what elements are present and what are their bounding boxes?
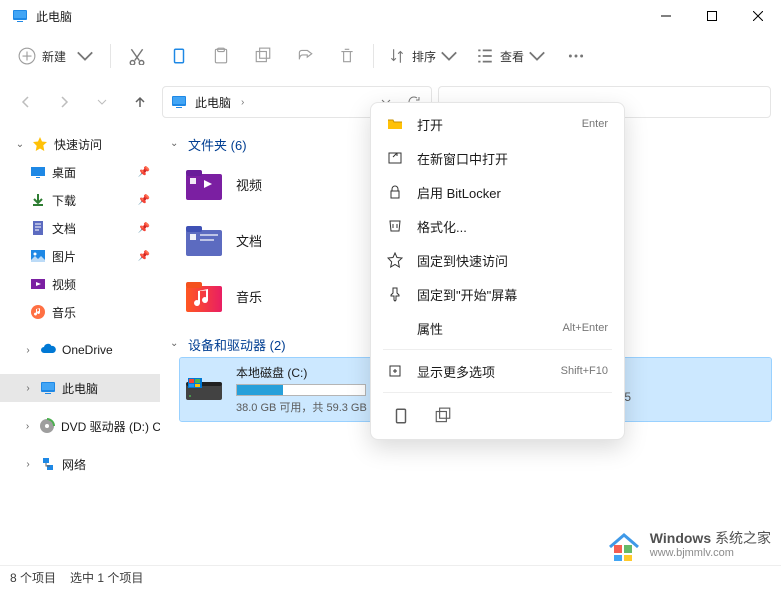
format-icon	[387, 218, 403, 234]
chevron-down-icon	[440, 47, 458, 65]
context-menu: 打开 Enter 在新窗口中打开 启用 BitLocker 格式化... 固定到…	[370, 102, 625, 440]
sidebar-network[interactable]: › 网络	[0, 450, 160, 478]
pin-icon: 📌	[138, 251, 150, 262]
sidebar-item-pictures[interactable]: 图片 📌	[0, 242, 160, 270]
chevron-down-icon: ⌄	[170, 138, 182, 150]
ctx-bitlocker[interactable]: 启用 BitLocker	[375, 175, 620, 209]
cut-button[interactable]	[117, 38, 157, 74]
this-pc-icon	[171, 94, 187, 110]
chevron-right-icon[interactable]: ›	[22, 344, 34, 356]
sidebar-item-documents[interactable]: 文档 📌	[0, 214, 160, 242]
new-window-icon	[387, 150, 403, 166]
chevron-down-icon	[528, 47, 546, 65]
ctx-new-window[interactable]: 在新窗口中打开	[375, 141, 620, 175]
back-button[interactable]	[10, 86, 42, 118]
chevron-down-icon[interactable]: ⌄	[14, 138, 26, 150]
recent-button[interactable]	[86, 86, 118, 118]
folder-music-icon	[184, 276, 224, 316]
chevron-down-icon: ⌄	[170, 338, 182, 350]
sidebar-dvd[interactable]: › DVD 驱动器 (D:) CP	[0, 412, 160, 440]
status-selected: 选中 1 个项目	[70, 569, 143, 586]
ctx-pin-start[interactable]: 固定到"开始"屏幕	[375, 277, 620, 311]
folder-documents-icon	[184, 220, 224, 260]
status-bar: 8 个项目 选中 1 个项目	[0, 565, 781, 589]
pin-icon	[387, 286, 403, 302]
star-icon	[32, 136, 48, 152]
download-icon	[30, 192, 46, 208]
chevron-right-icon[interactable]: ›	[241, 97, 244, 108]
share-button[interactable]	[285, 38, 325, 74]
ctx-copy-button[interactable]	[383, 401, 419, 431]
up-button[interactable]	[124, 86, 156, 118]
this-pc-icon	[12, 8, 28, 24]
more-button[interactable]	[556, 38, 596, 74]
ctx-pin-quick[interactable]: 固定到快速访问	[375, 243, 620, 277]
pin-icon: 📌	[138, 223, 150, 234]
ctx-rename-button[interactable]	[425, 401, 461, 431]
sidebar: ⌄ 快速访问 桌面 📌 下载 📌 文档 📌 图片 📌 视频	[0, 124, 160, 565]
ctx-open[interactable]: 打开 Enter	[375, 107, 620, 141]
window-title: 此电脑	[36, 8, 72, 25]
close-button[interactable]	[735, 0, 781, 32]
forward-button[interactable]	[48, 86, 80, 118]
disc-icon	[39, 418, 55, 434]
chevron-right-icon[interactable]: ›	[22, 382, 34, 394]
sidebar-item-downloads[interactable]: 下载 📌	[0, 186, 160, 214]
toolbar: 新建 排序 查看	[0, 32, 781, 80]
new-button[interactable]: 新建	[8, 38, 104, 74]
network-icon	[40, 456, 56, 472]
chevron-right-icon[interactable]: ›	[22, 458, 34, 470]
sidebar-item-videos[interactable]: 视频	[0, 270, 160, 298]
document-icon	[30, 220, 46, 236]
folder-video-icon	[184, 164, 224, 204]
minimize-button[interactable]	[643, 0, 689, 32]
pin-icon: 📌	[138, 195, 150, 206]
watermark: Windows 系统之家 www.bjmmlv.com	[606, 527, 771, 563]
ctx-format[interactable]: 格式化...	[375, 209, 620, 243]
desktop-icon	[30, 164, 46, 180]
music-icon	[30, 304, 46, 320]
lock-icon	[387, 184, 403, 200]
sort-button[interactable]: 排序	[380, 38, 466, 74]
drive-usage-bar	[236, 384, 366, 396]
picture-icon	[30, 248, 46, 264]
more-icon	[387, 363, 403, 379]
view-button[interactable]: 查看	[468, 38, 554, 74]
cloud-icon	[40, 342, 56, 358]
title-bar: 此电脑	[0, 0, 781, 32]
chevron-right-icon[interactable]: ›	[22, 420, 33, 432]
address-text: 此电脑	[195, 94, 231, 111]
sidebar-quick-access[interactable]: ⌄ 快速访问	[0, 130, 160, 158]
sidebar-this-pc[interactable]: › 此电脑	[0, 374, 160, 402]
copy-button[interactable]	[159, 38, 199, 74]
folder-open-icon	[387, 116, 403, 132]
sidebar-item-desktop[interactable]: 桌面 📌	[0, 158, 160, 186]
ctx-more-options[interactable]: 显示更多选项 Shift+F10	[375, 354, 620, 388]
chevron-down-icon	[76, 47, 94, 65]
delete-button[interactable]	[327, 38, 367, 74]
sidebar-onedrive[interactable]: › OneDrive	[0, 336, 160, 364]
rename-button[interactable]	[243, 38, 283, 74]
drive-icon	[184, 370, 224, 410]
status-item-count: 8 个项目	[10, 569, 56, 586]
sidebar-item-music[interactable]: 音乐	[0, 298, 160, 326]
logo-icon	[606, 527, 642, 563]
star-icon	[387, 252, 403, 268]
paste-button[interactable]	[201, 38, 241, 74]
video-icon	[30, 276, 46, 292]
pin-icon: 📌	[138, 167, 150, 178]
this-pc-icon	[40, 380, 56, 396]
maximize-button[interactable]	[689, 0, 735, 32]
ctx-properties[interactable]: 属性 Alt+Enter	[375, 311, 620, 345]
